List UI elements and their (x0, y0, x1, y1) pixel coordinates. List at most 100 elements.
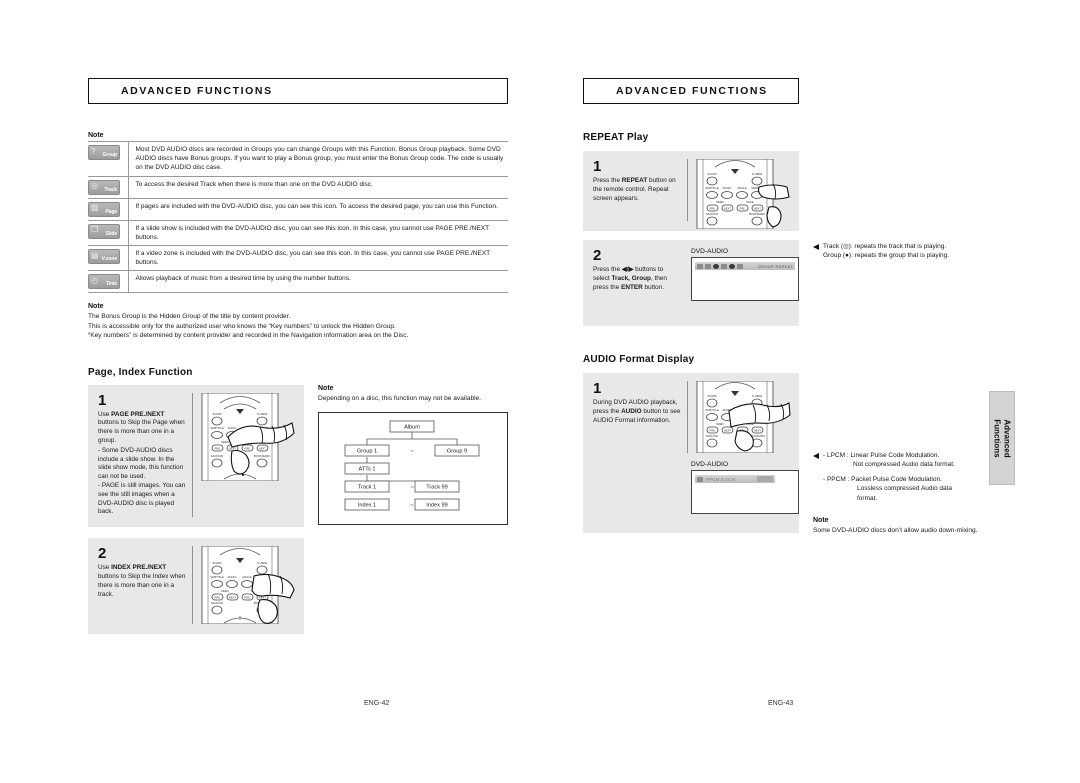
svg-text:SUBTITLE: SUBTITLE (705, 186, 719, 190)
table-row: ◴ Time Allows playback of music from a d… (88, 270, 508, 293)
ppcm-line-1: - PPCM : Packet Pulse Code Modulation. (823, 475, 942, 483)
slide-icon-glyph: ❐ (91, 225, 99, 235)
tree-tilde-1: ~ (410, 449, 414, 455)
tree-node-track-first: Track 1 (358, 485, 376, 491)
time-icon: ◴ Time (88, 274, 120, 290)
svg-text:NEXT: NEXT (724, 206, 731, 210)
step-line-pre: Use (98, 564, 112, 572)
callout-lines: Track (◎): repeats the track that is pla… (823, 242, 949, 261)
osd-time-icon (721, 263, 727, 269)
step-line-bold: PAGE PRE./NEXT (111, 410, 165, 418)
hierarchy-diagram: Album Group 1 ~ Group 9 ATTs 1 Track 1 ~… (318, 412, 508, 526)
audio-step-top: 1 During DVD AUDIO playback, press the A… (583, 381, 799, 453)
section-header-left-text: ADVANCED FUNCTIONS (121, 85, 273, 97)
footer-page-number-right: ENG-43 (768, 700, 794, 707)
icon-cell: ▧ Page (88, 198, 128, 220)
osd-screen: PPCM 5.1CH (691, 470, 799, 514)
svg-text:ZOOM: ZOOM (213, 561, 222, 565)
svg-text:ANGLE: ANGLE (737, 186, 747, 190)
lpcm-line-1: - LPCM : Linear Pulse Code Modulation. (823, 452, 940, 459)
svg-text:PRE.: PRE. (709, 206, 715, 210)
svg-text:BOOKMARK: BOOKMARK (749, 212, 765, 216)
osd-audio-format-text: PPCM 5.1CH (706, 476, 736, 482)
time-icon-label: Time (105, 281, 117, 288)
row-text: If a video zone is included with the DVD… (127, 245, 508, 271)
step-instruction: Use INDEX PRE./NEXT buttons to Skip the … (98, 564, 186, 599)
svg-text:INDEX: INDEX (716, 200, 724, 204)
osd-audio-bar: PPCM 5.1CH (695, 475, 775, 483)
page-icon-label: Page (105, 208, 117, 215)
svg-text:SUBTITLE: SUBTITLE (210, 426, 224, 430)
table-row: ▧ Page If pages are included with the DV… (88, 198, 508, 221)
step-instruction: Press the ◀/▶ buttons to select Track, G… (593, 266, 672, 292)
side-tab-line-2: Functions (993, 418, 1003, 458)
osd-block: DVD-AUDIO PPCM 5.1CH (685, 461, 799, 514)
audio-format-callout: - LPCM : Linear Pulse Code Modulation. N… (813, 373, 1003, 535)
section-header-left: ADVANCED FUNCTIONS (88, 78, 508, 104)
left-arrow-icon (813, 453, 819, 459)
osd-tail-block (757, 476, 773, 482)
slide-icon-label: Slide (105, 230, 118, 237)
step-panel-page: 1 Use PAGE PRE./NEXT buttons to Skip the… (88, 384, 304, 528)
page-index-title: Page, Index Function (88, 366, 193, 378)
svg-text:SUBTITLE: SUBTITLE (210, 575, 224, 579)
svg-text:ZOOM: ZOOM (708, 394, 717, 398)
tree-node-atts: ATTs 1 (359, 467, 376, 473)
step-text-block: 1 During DVD AUDIO playback, press the A… (583, 381, 687, 453)
hierarchy-tree-svg: Album Group 1 ~ Group 9 ATTs 1 Track 1 ~… (344, 420, 480, 511)
row-text: Most DVD AUDIO discs are recorded in Gro… (127, 141, 508, 177)
svg-text:INDEX: INDEX (221, 589, 229, 593)
remote-illustration-audio: ZOOM S.VIEW SUBTITLE AUDIO INDEX PAGE PR… (687, 381, 799, 453)
right-page: ADVANCED FUNCTIONS REPEAT Play 1 Press t… (583, 0, 1003, 783)
section-header-right-text: ADVANCED FUNCTIONS (616, 85, 768, 97)
step-number: 2 (593, 247, 602, 264)
osd-group-icon (705, 263, 711, 269)
icon-cell: ? Group (88, 142, 128, 177)
step-panel-index: 2 Use INDEX PRE./NEXT buttons to Skip th… (88, 538, 304, 635)
osd-left-spacer (583, 461, 685, 514)
table-row: ▤ V-zone If a video zone is included wit… (88, 245, 508, 271)
svg-text:PRE.: PRE. (709, 428, 715, 432)
step-text-block: 2 Press the ◀/▶ buttons to select Track,… (583, 248, 678, 316)
step-instruction: Use PAGE PRE./NEXT buttons to Skip the P… (98, 411, 186, 446)
row-text: If a slide show is included with the DVD… (127, 220, 508, 246)
osd-illustration-repeat: DVD-AUDIO GROUP REPEAT (678, 248, 799, 316)
icon-cell: ◎ Track (88, 176, 128, 198)
audio-note-text: Some DVD-AUDIO discs don’t allow audio d… (813, 527, 978, 535)
remote-illustration-index: ZOOM S.VIEW SUBTITLE AUDIO ANGLE REPEAT … (192, 546, 304, 625)
osd-screen: GROUP REPEAT (691, 257, 799, 301)
table-row: ? Group Most DVD AUDIO discs are recorde… (88, 141, 508, 177)
svg-text:S.VIEW: S.VIEW (752, 394, 763, 398)
step-track-group: Track, Group (611, 274, 651, 282)
remote-control-icon: ZOOM S.VIEW SUBTITLE AUDIO INDEX PAGE PR… (696, 381, 791, 453)
bonus-note-line3: “Key numbers” is determined by content p… (88, 332, 409, 340)
svg-text:NEXT: NEXT (754, 428, 761, 432)
step-bullet-2: - PAGE is still images. You can see the … (98, 482, 186, 516)
left-page: ADVANCED FUNCTIONS Note ? Group Most DVD… (88, 0, 508, 783)
vzone-icon-glyph: ▤ (91, 250, 99, 260)
svg-text:SACD/CD: SACD/CD (211, 601, 224, 605)
svg-text:S.VIEW: S.VIEW (257, 412, 268, 416)
callout-track-line: Track (◎): repeats the track that is pla… (823, 243, 947, 250)
audio-note-block: Note Some DVD-AUDIO discs don’t allow au… (813, 517, 1003, 535)
table-row: ❐ Slide If a slide show is included with… (88, 220, 508, 246)
svg-text:PRE.: PRE. (214, 446, 220, 450)
tree-node-track-last: Track 99 (426, 485, 448, 491)
svg-text:NEXT: NEXT (229, 596, 236, 600)
svg-text:AUDIO: AUDIO (723, 186, 733, 190)
step-number: 1 (593, 158, 602, 175)
step-line-bold: REPEAT (621, 177, 648, 184)
page-icon-glyph: ▧ (91, 203, 99, 213)
lpcm-line-2: Not compressed Audio data format. (853, 461, 955, 469)
svg-text:PRE.: PRE. (244, 446, 250, 450)
footer-page-number-left: ENG-42 (364, 700, 390, 707)
row-text: Allows playback of music from a desired … (127, 270, 508, 293)
bonus-note-line2: This is accessible only for the authoriz… (88, 322, 396, 330)
osd-mode-icon (737, 263, 743, 269)
group-icon: ? Group (88, 145, 120, 160)
page-icon: ▧ Page (88, 201, 120, 217)
side-tab-text: Advanced Functions (993, 419, 1012, 457)
vzone-icon: ▤ V-zone (88, 249, 120, 265)
remote-control-icon: ZOOM S.VIEW SUBTITLE AUDIO ANGLE REPEAT … (201, 392, 295, 481)
step-line-bold: INDEX PRE./NEXT (111, 564, 167, 572)
